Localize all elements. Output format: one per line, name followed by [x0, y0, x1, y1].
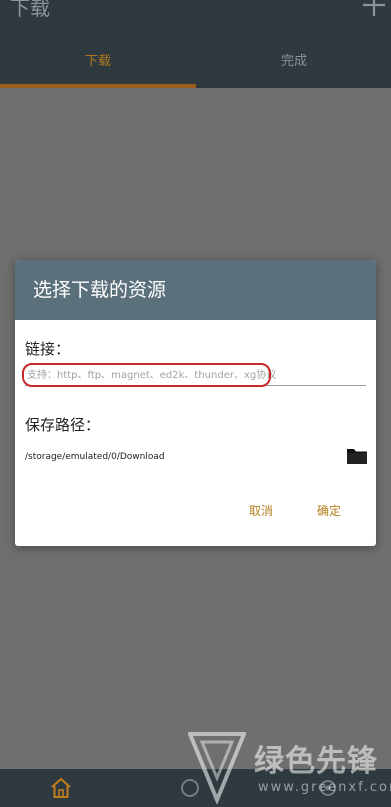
- compass-icon[interactable]: [180, 778, 200, 798]
- tab-download[interactable]: 下载: [0, 48, 196, 88]
- tab-bar: 下载 完成: [0, 48, 391, 88]
- app-title: 下载: [10, 0, 50, 20]
- plus-icon[interactable]: [363, 0, 385, 20]
- cancel-button[interactable]: 取消: [249, 502, 273, 519]
- ok-button[interactable]: 确定: [317, 502, 341, 519]
- bottom-nav: [0, 769, 391, 807]
- home-icon[interactable]: [50, 777, 72, 799]
- dialog-title: 选择下载的资源: [15, 260, 376, 320]
- save-path-value: /storage/emulated/0/Download: [25, 452, 165, 462]
- link-input[interactable]: [25, 365, 366, 386]
- app-bar: 下载 下载 完成: [0, 0, 391, 88]
- link-label: 链接：: [25, 340, 71, 358]
- tab-indicator: [0, 84, 196, 88]
- select-resource-dialog: 选择下载的资源 链接： 保存路径： /storage/emulated/0/Do…: [15, 260, 376, 546]
- save-path-label: 保存路径：: [25, 416, 101, 434]
- settings-icon[interactable]: [318, 778, 338, 798]
- tab-done[interactable]: 完成: [196, 48, 391, 88]
- folder-icon[interactable]: [346, 446, 368, 466]
